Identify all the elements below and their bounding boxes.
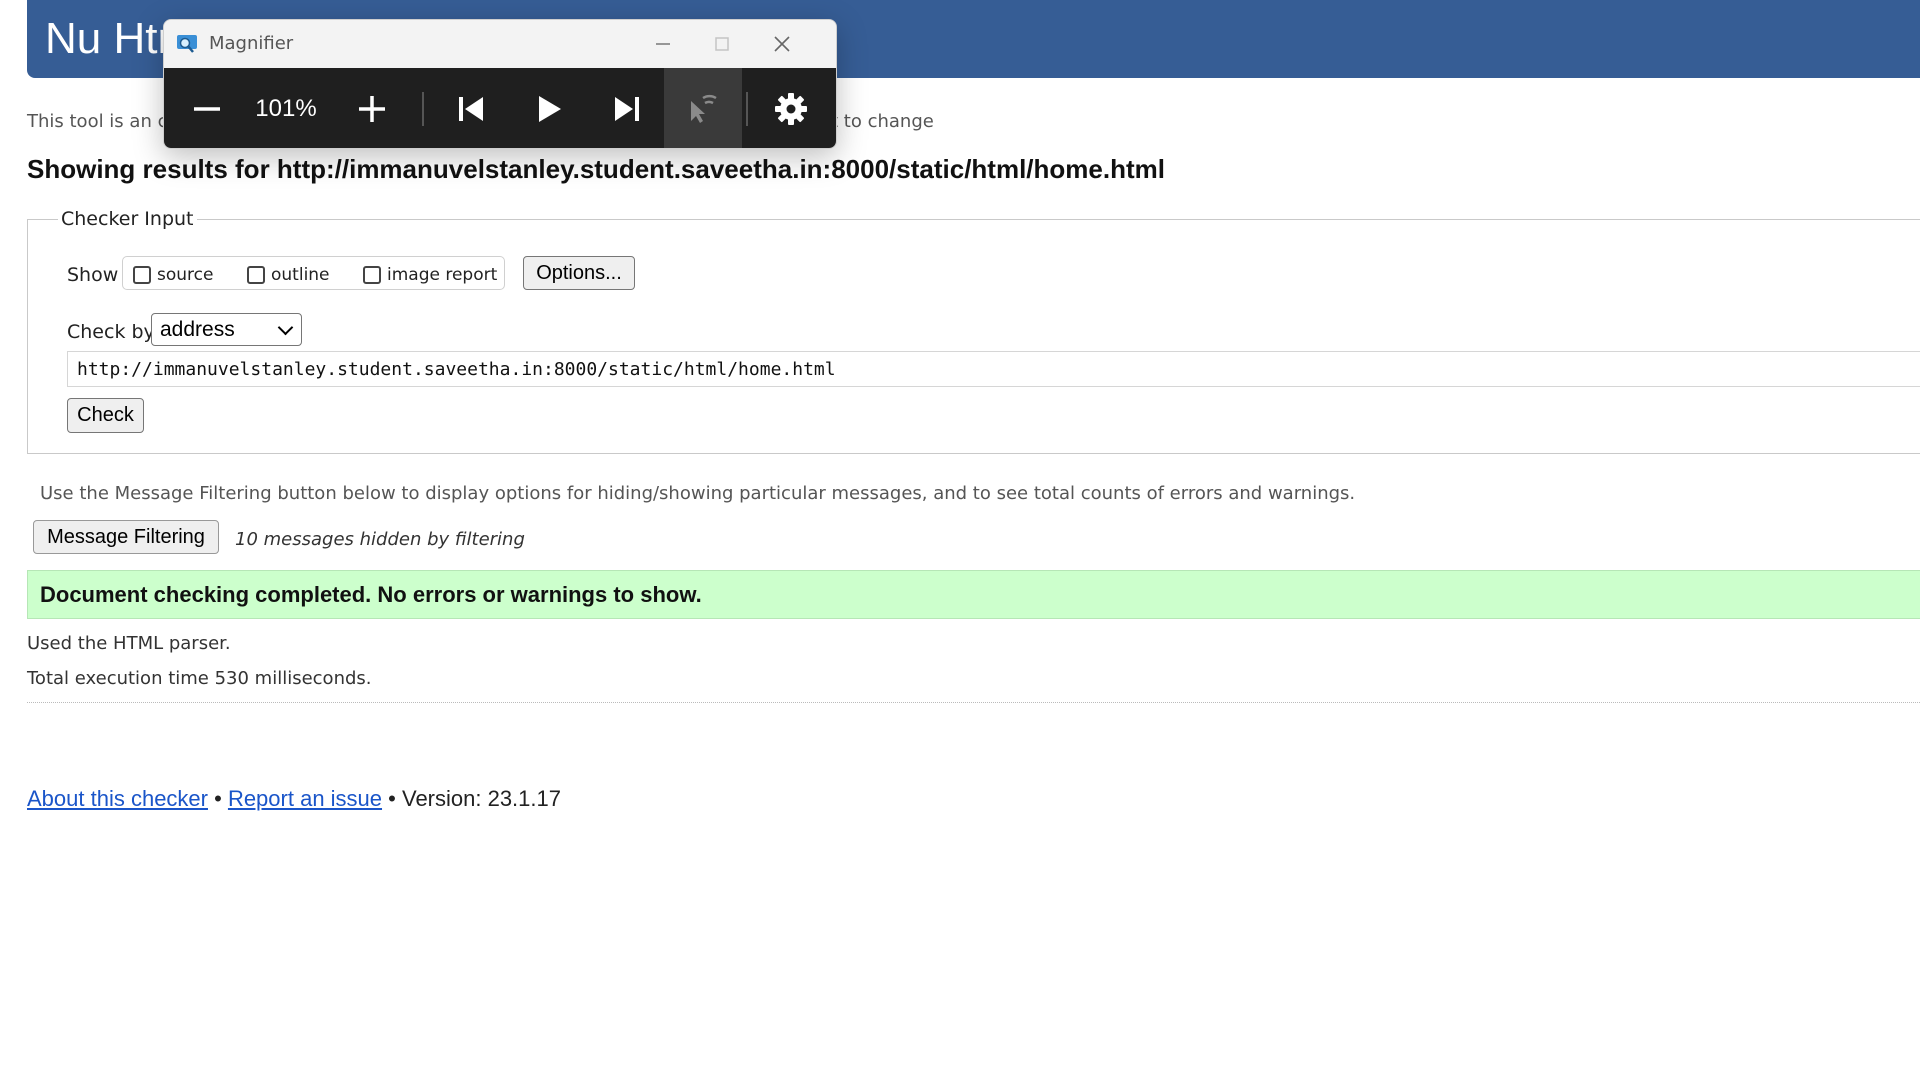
magnifier-title-bar[interactable]: Magnifier	[164, 20, 836, 68]
outline-checkbox-label: outline	[271, 265, 330, 285]
chevron-down-icon	[277, 319, 294, 336]
skip-previous-icon	[459, 97, 483, 121]
zoom-level: 101%	[240, 68, 332, 148]
previous-button[interactable]	[436, 68, 506, 148]
play-button[interactable]	[514, 68, 584, 148]
footer-separator-2: •	[388, 786, 396, 811]
magnifier-window: Magnifier 101%	[163, 19, 837, 149]
report-issue-link[interactable]: Report an issue	[228, 786, 382, 811]
maximize-icon	[715, 37, 729, 51]
minimize-icon	[656, 43, 670, 45]
toolbar-separator	[746, 92, 748, 126]
toolbar-separator	[422, 92, 424, 126]
zoom-out-icon	[194, 107, 220, 111]
close-icon	[774, 36, 790, 52]
read-from-here-icon	[691, 94, 717, 123]
checker-input-fieldset: Checker Input	[27, 208, 1920, 454]
about-checker-link[interactable]: About this checker	[27, 786, 208, 811]
results-heading: Showing results for http://immanuvelstan…	[27, 154, 1165, 184]
source-checkbox[interactable]: source	[133, 265, 213, 285]
source-checkbox-label: source	[157, 265, 214, 285]
success-message: Document checking completed. No errors o…	[27, 570, 1920, 619]
settings-icon	[775, 93, 807, 125]
read-from-here-button[interactable]	[664, 68, 742, 148]
source-checkbox-box[interactable]	[133, 266, 151, 284]
zoom-in-icon	[359, 96, 385, 122]
close-button[interactable]	[752, 20, 812, 68]
magnifier-title: Magnifier	[209, 33, 294, 54]
zoom-level-text: 101%	[255, 95, 317, 122]
skip-next-icon	[615, 97, 639, 121]
check-by-value: address	[160, 317, 235, 341]
checker-input-legend: Checker Input	[61, 208, 194, 230]
magnifier-toolbar: 101%	[164, 68, 836, 148]
next-button[interactable]	[592, 68, 662, 148]
version-text: Version: 23.1.17	[401, 786, 561, 811]
show-label: Show	[67, 264, 119, 286]
footer: About this checker • Report an issue • V…	[27, 786, 561, 812]
execution-time: Total execution time 530 milliseconds.	[27, 668, 372, 689]
divider	[27, 702, 1920, 703]
minimize-button[interactable]	[632, 20, 692, 68]
maximize-button[interactable]	[692, 20, 752, 68]
zoom-out-button[interactable]	[174, 68, 240, 148]
options-button[interactable]: Options...	[523, 256, 635, 290]
image-report-checkbox-label: image report	[387, 265, 498, 285]
url-input-value: http://immanuvelstanley.student.saveetha…	[77, 358, 836, 380]
footer-separator-1: •	[214, 786, 222, 811]
settings-button[interactable]	[756, 68, 826, 148]
filtering-hint: Use the Message Filtering button below t…	[40, 483, 1356, 504]
url-input[interactable]: http://immanuvelstanley.student.saveetha…	[67, 351, 1920, 387]
play-icon	[539, 96, 561, 122]
image-report-checkbox-box[interactable]	[363, 266, 381, 284]
hidden-messages-count: 10 messages hidden by filtering	[235, 529, 525, 550]
check-by-label: Check by	[67, 321, 155, 343]
intro-text-end: t to change	[831, 111, 934, 132]
zoom-in-button[interactable]	[342, 68, 402, 148]
outline-checkbox[interactable]: outline	[247, 265, 330, 285]
check-by-select[interactable]: address	[151, 313, 302, 346]
image-report-checkbox[interactable]: image report	[363, 265, 497, 285]
message-filtering-button[interactable]: Message Filtering	[33, 520, 219, 554]
magnifier-app-icon	[177, 35, 197, 53]
intro-text-start: This tool is an c	[27, 111, 168, 132]
check-button[interactable]: Check	[67, 398, 144, 433]
parser-info: Used the HTML parser.	[27, 633, 231, 654]
outline-checkbox-box[interactable]	[247, 266, 265, 284]
